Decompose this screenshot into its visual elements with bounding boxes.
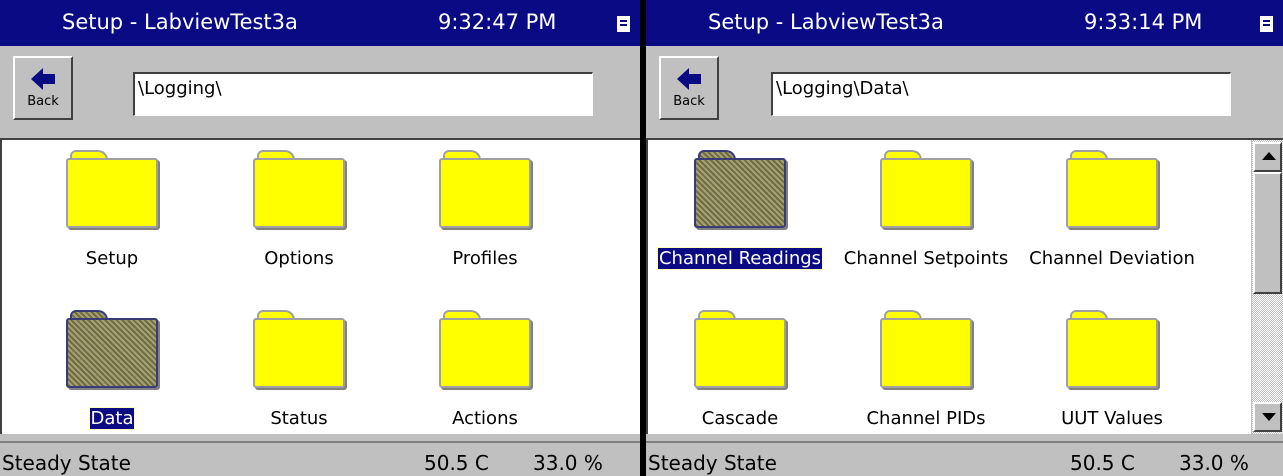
folder-item-channel-pids[interactable]: Channel PIDs: [831, 310, 1021, 429]
back-arrow-icon: [677, 68, 701, 90]
toolbar: Back \Logging\Data\: [646, 46, 1283, 138]
folder-label: Channel Setpoints: [843, 248, 1009, 269]
status-percent: 33.0 %: [533, 451, 603, 475]
folder-item-uut-values[interactable]: UUT Values: [1017, 310, 1207, 429]
back-button[interactable]: Back: [659, 56, 719, 120]
folder-item-data[interactable]: Data: [17, 310, 207, 430]
folder-icon: [694, 310, 786, 388]
path-field[interactable]: \Logging\Data\: [771, 72, 1231, 116]
folder-label: Status: [270, 408, 328, 429]
folder-icon: [694, 150, 786, 228]
folder-icon: [439, 150, 531, 228]
folder-view: Channel Readings Channel Setpoints Chann…: [646, 138, 1283, 434]
folder-icon: [66, 310, 158, 388]
folder-item-actions[interactable]: Actions: [390, 310, 580, 429]
window-menu-icon[interactable]: [1260, 16, 1273, 32]
folder-label: Options: [264, 248, 334, 269]
status-percent: 33.0 %: [1179, 451, 1249, 475]
folder-icon: [253, 310, 345, 388]
path-field[interactable]: \Logging\: [133, 72, 593, 116]
back-arrow-icon: [31, 68, 55, 90]
status-bar: Steady State 50.5 C 33.0 %: [646, 441, 1283, 476]
status-state: Steady State: [2, 451, 131, 475]
title-bar: Setup - LabviewTest3a 9:32:47 PM: [0, 0, 640, 46]
back-label: Back: [673, 94, 705, 109]
folder-label: Setup: [85, 248, 139, 269]
window-menu-icon[interactable]: [617, 16, 630, 32]
folder-label: Profiles: [452, 248, 518, 269]
folder-item-channel-readings[interactable]: Channel Readings: [646, 150, 835, 270]
folder-icon: [439, 310, 531, 388]
folder-item-setup[interactable]: Setup: [17, 150, 207, 269]
folder-label: UUT Values: [1061, 408, 1163, 429]
folder-item-status[interactable]: Status: [204, 310, 394, 429]
status-temperature: 50.5 C: [424, 451, 489, 475]
status-temperature: 50.5 C: [1070, 451, 1135, 475]
folder-view: Setup Options Profiles Data Status Actio…: [0, 138, 640, 434]
window-title: Setup - LabviewTest3a: [62, 10, 298, 34]
folder-item-cascade[interactable]: Cascade: [646, 310, 835, 429]
right-panel: Setup - LabviewTest3a 9:33:14 PM Back \L…: [646, 0, 1283, 476]
scroll-down-icon: [1262, 413, 1276, 421]
folder-label: Channel Readings: [656, 247, 824, 270]
folder-item-channel-setpoints[interactable]: Channel Setpoints: [831, 150, 1021, 269]
vertical-scrollbar[interactable]: [1251, 140, 1283, 434]
window-title: Setup - LabviewTest3a: [708, 10, 944, 34]
folder-icon: [880, 150, 972, 228]
status-state: Steady State: [648, 451, 777, 475]
folder-label: Channel PIDs: [866, 408, 986, 429]
folder-icon: [253, 150, 345, 228]
clock: 9:33:14 PM: [1084, 10, 1203, 34]
folder-icon: [1066, 310, 1158, 388]
folder-item-channel-deviation[interactable]: Channel Deviation: [1017, 150, 1207, 269]
folder-icon: [880, 310, 972, 388]
status-bar: Steady State 50.5 C 33.0 %: [0, 441, 640, 476]
left-panel: Setup - LabviewTest3a 9:32:47 PM Back \L…: [0, 0, 640, 476]
scroll-up-icon: [1262, 152, 1276, 160]
folder-label: Data: [88, 407, 136, 430]
title-bar: Setup - LabviewTest3a 9:33:14 PM: [646, 0, 1283, 46]
folder-item-options[interactable]: Options: [204, 150, 394, 269]
back-label: Back: [27, 94, 59, 109]
toolbar: Back \Logging\: [0, 46, 640, 138]
folder-label: Cascade: [701, 408, 779, 429]
back-button[interactable]: Back: [13, 56, 73, 120]
clock: 9:32:47 PM: [438, 10, 557, 34]
scroll-up-button[interactable]: [1253, 142, 1282, 172]
folder-label: Channel Deviation: [1029, 248, 1195, 269]
scroll-down-button[interactable]: [1253, 402, 1282, 432]
scroll-thumb[interactable]: [1253, 172, 1282, 294]
folder-icon: [1066, 150, 1158, 228]
folder-label: Actions: [452, 408, 518, 429]
folder-item-profiles[interactable]: Profiles: [390, 150, 580, 269]
folder-icon: [66, 150, 158, 228]
